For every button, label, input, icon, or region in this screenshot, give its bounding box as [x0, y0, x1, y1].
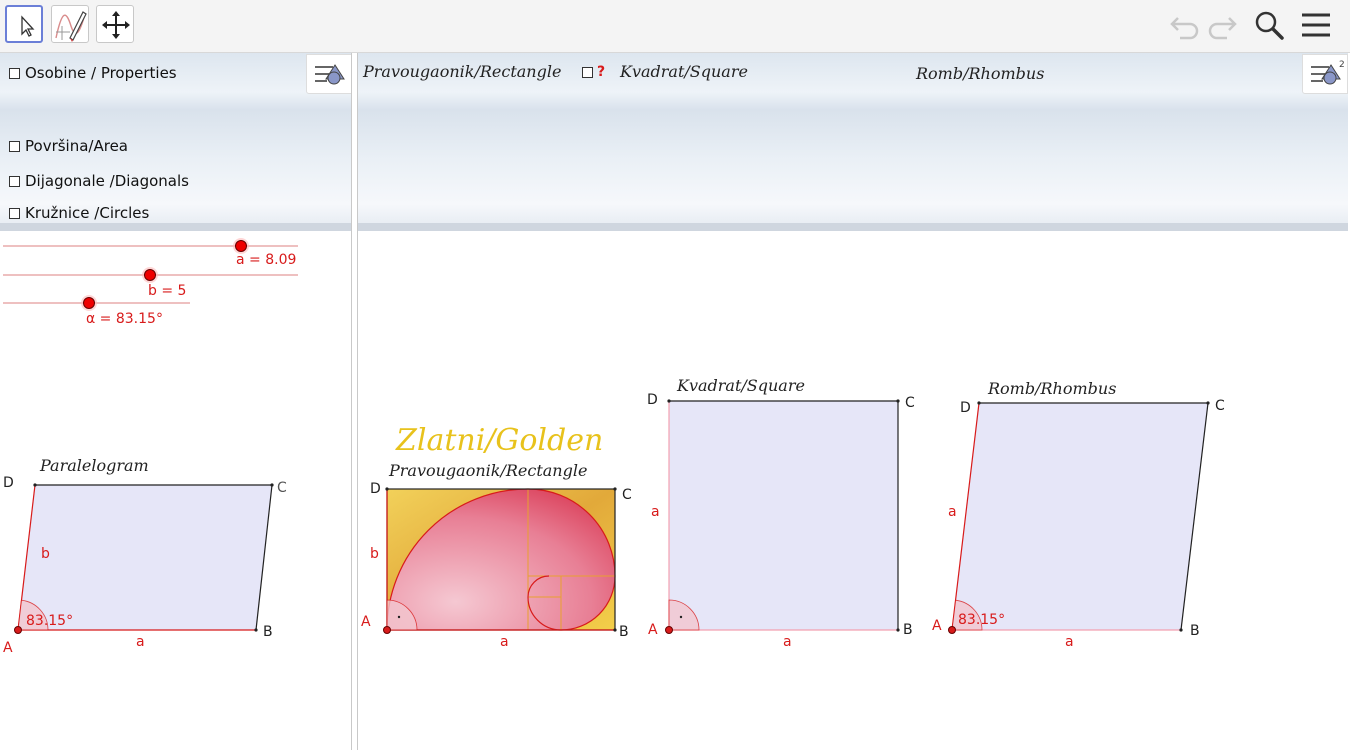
function-inspector-button[interactable]	[51, 5, 89, 43]
parallelogram-vertex-a: A	[3, 640, 13, 656]
area-checkbox-row[interactable]: Površina/Area	[9, 137, 128, 155]
toolbar	[0, 0, 1350, 53]
rhombus-vertex-c: C	[1215, 398, 1225, 414]
parallelogram-angle-label: 83.15°	[26, 613, 73, 629]
golden-title: Pravougaonik/Rectangle	[388, 461, 587, 480]
rhombus-vertex-d: D	[960, 400, 971, 416]
redo-icon	[1208, 17, 1237, 40]
golden-side-a: a	[500, 634, 509, 650]
redo-button[interactable]	[1205, 8, 1239, 42]
properties-checkbox[interactable]	[9, 67, 20, 79]
function-curve-icon	[55, 11, 87, 42]
diagonals-checkbox[interactable]	[9, 175, 20, 187]
slider-a-label: a = 8.09	[236, 252, 296, 268]
header-square-label: Kvadrat/Square	[620, 62, 748, 81]
menu-button[interactable]	[1299, 8, 1333, 42]
golden-vertex-b: B	[619, 624, 629, 640]
square-title: Kvadrat/Square	[676, 376, 805, 395]
golden-big-title: Zlatni/Golden	[395, 423, 603, 458]
square-vertex-a: A	[648, 622, 658, 638]
parallelogram-side-a: a	[136, 634, 145, 650]
rhombus-side-a-left: a	[948, 504, 957, 520]
style-bar-button-right[interactable]: 2	[1302, 54, 1348, 94]
header-rectangle-label: Pravougaonik/Rectangle	[363, 62, 562, 81]
parallelogram-title: Paralelogram	[39, 456, 149, 475]
golden-vertex-d: D	[370, 481, 381, 497]
parallelogram-vertex-d: D	[3, 475, 14, 491]
svg-text:2: 2	[1339, 60, 1345, 70]
slider-alpha-label: α = 83.15°	[86, 311, 163, 327]
parallelogram-side-b: b	[41, 546, 50, 562]
move-tool-button[interactable]	[5, 5, 43, 43]
move-graphics-view-button[interactable]	[96, 5, 134, 43]
header-question-mark: ?	[597, 64, 606, 80]
diagonals-label: Dijagonale /Diagonals	[25, 172, 189, 190]
header-rectangle-checkbox[interactable]	[582, 67, 593, 78]
search-button[interactable]	[1252, 8, 1286, 42]
rhombus-title: Romb/Rhombus	[987, 379, 1116, 398]
slider-b-label: b = 5	[148, 283, 186, 299]
square-figure	[665, 399, 900, 634]
circles-label: Kružnice /Circles	[25, 204, 150, 222]
square-side-a-left: a	[651, 504, 660, 520]
undo-button[interactable]	[1168, 8, 1202, 42]
parallelogram-figure	[14, 483, 274, 634]
undo-icon	[1170, 17, 1199, 40]
rhombus-vertex-a: A	[932, 618, 942, 634]
properties-checkbox-row[interactable]: Osobine / Properties	[9, 64, 177, 82]
rhombus-vertex-b: B	[1190, 623, 1200, 639]
rhombus-side-a-bottom: a	[1065, 634, 1074, 650]
style-bar-button-left[interactable]	[306, 54, 352, 94]
golden-side-b: b	[370, 546, 379, 562]
cursor-arrow-icon	[21, 15, 35, 37]
parallelogram-vertex-c: C	[277, 480, 287, 496]
golden-vertex-c: C	[622, 487, 632, 503]
diagonals-checkbox-row[interactable]: Dijagonale /Diagonals	[9, 172, 189, 190]
slider-b[interactable]	[3, 267, 298, 283]
slider-alpha[interactable]	[3, 295, 190, 311]
square-vertex-c: C	[905, 395, 915, 411]
menu-icon	[1302, 13, 1330, 37]
area-checkbox[interactable]	[9, 140, 20, 152]
area-label: Površina/Area	[25, 137, 128, 155]
parallelogram-vertex-b: B	[263, 624, 273, 640]
slider-a[interactable]	[3, 238, 298, 254]
move-arrows-icon	[102, 11, 130, 39]
search-icon	[1255, 11, 1284, 40]
golden-rectangle-figure	[383, 487, 617, 634]
circles-checkbox-row[interactable]: Kružnice /Circles	[9, 204, 149, 222]
golden-vertex-a: A	[361, 614, 371, 630]
view-divider[interactable]	[351, 53, 358, 750]
circles-checkbox[interactable]	[9, 207, 20, 219]
square-side-a-bottom: a	[783, 634, 792, 650]
header-rhombus-label: Romb/Rhombus	[916, 64, 1045, 83]
style-bar-icon	[315, 64, 345, 85]
rhombus-figure	[948, 401, 1210, 634]
square-vertex-d: D	[647, 392, 658, 408]
properties-label: Osobine / Properties	[25, 64, 177, 82]
style-bar-icon-2: 2	[1311, 60, 1345, 85]
square-vertex-b: B	[903, 622, 913, 638]
rhombus-angle-label: 83.15°	[958, 612, 1005, 628]
